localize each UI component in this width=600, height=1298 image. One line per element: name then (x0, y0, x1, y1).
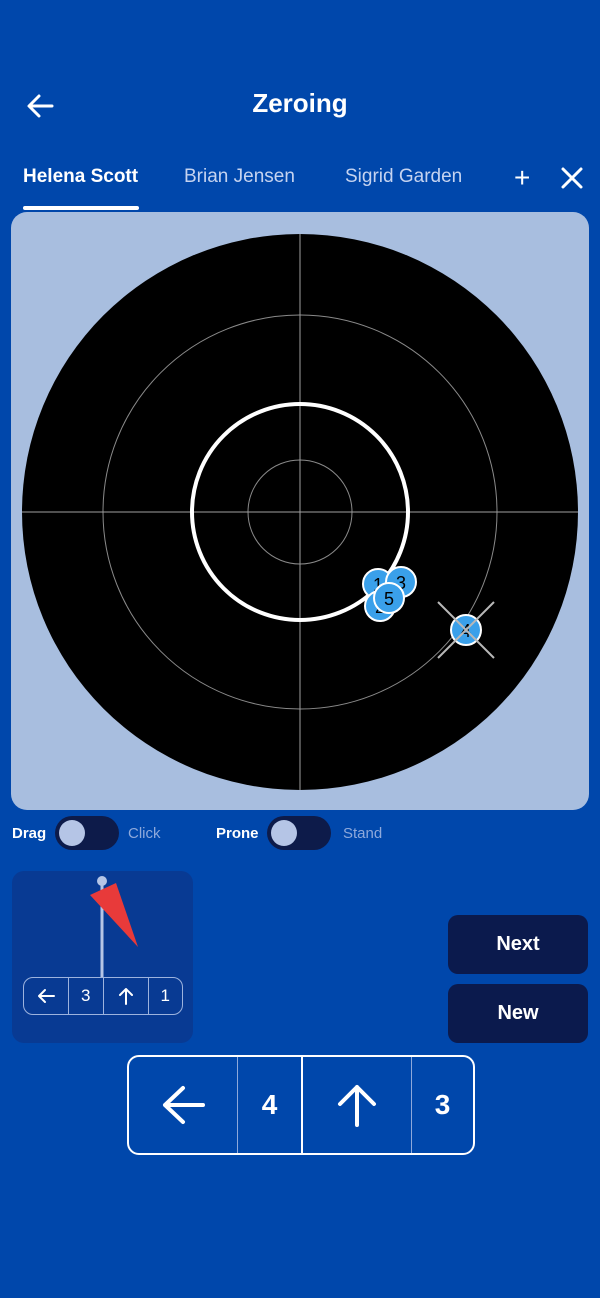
preview-elevation-value: 1 (160, 986, 170, 1005)
windage-left-button[interactable] (129, 1057, 238, 1153)
new-button[interactable]: New (448, 984, 588, 1043)
target-board[interactable]: 1 3 2 5 4 (11, 212, 589, 810)
elevation-up-button[interactable] (303, 1057, 412, 1153)
shot-label: 5 (384, 589, 394, 609)
target-panel[interactable]: 1 3 2 5 4 (11, 212, 589, 810)
toggle-row: Drag Click Prone Stand (0, 814, 600, 852)
tab-helena-scott[interactable]: Helena Scott (23, 166, 138, 188)
sight-adjustment-bar: 4 3 (127, 1055, 475, 1155)
active-tab-indicator (23, 206, 139, 210)
switch-knob (271, 820, 297, 846)
shot-marker[interactable]: 5 (373, 582, 405, 614)
click-label: Click (128, 825, 161, 842)
preview-adjustment-row: 3 1 (23, 977, 183, 1015)
page-title: Zeroing (252, 88, 348, 118)
close-icon[interactable] (558, 164, 586, 192)
elevation-value: 3 (434, 1089, 451, 1120)
prone-label: Prone (216, 825, 259, 842)
wind-preview-card: 3 1 (12, 871, 193, 1043)
drag-label: Drag (12, 825, 47, 842)
switch-knob (59, 820, 85, 846)
tab-sigrid-garden[interactable]: Sigrid Garden (345, 166, 462, 188)
next-button[interactable]: Next (448, 915, 588, 974)
app-header: Zeroing (0, 70, 600, 140)
arrow-up-icon (338, 1085, 376, 1127)
preview-windage-value: 3 (69, 978, 104, 1014)
drag-click-switch[interactable] (55, 816, 119, 850)
tab-brian-jensen[interactable]: Brian Jensen (184, 166, 295, 188)
arrow-left-icon (24, 978, 70, 1014)
add-tab-button[interactable]: + (514, 162, 530, 194)
stand-label: Stand (343, 825, 383, 842)
arrow-up-icon (104, 978, 149, 1014)
windage-value: 4 (238, 1057, 303, 1153)
shooter-tabs: Helena Scott Brian Jensen Sigrid Garden … (0, 160, 600, 212)
wind-flag-icon (90, 876, 138, 977)
arrow-left-icon (163, 1086, 205, 1124)
prone-stand-switch[interactable] (267, 816, 331, 850)
